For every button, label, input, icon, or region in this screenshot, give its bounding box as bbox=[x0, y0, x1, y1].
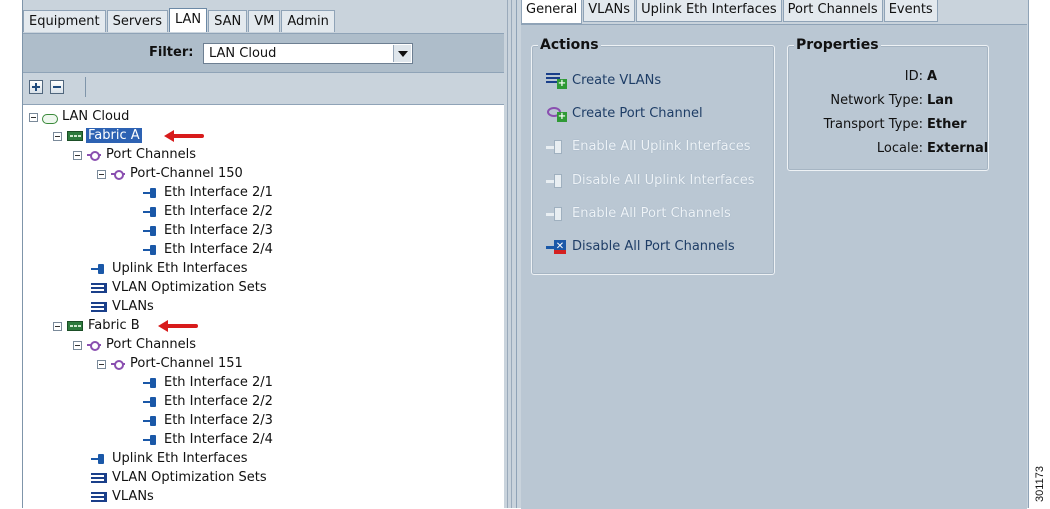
tab-lan[interactable]: LAN bbox=[168, 8, 208, 32]
annotation-arrow bbox=[158, 320, 200, 332]
tree-node-fabric-a[interactable]: Fabric A bbox=[67, 127, 142, 145]
figure-number: 301173 bbox=[1034, 466, 1046, 502]
collapse-toggle[interactable] bbox=[97, 360, 106, 369]
fabric-interconnect-icon bbox=[67, 130, 83, 141]
ethernet-interface-icon bbox=[143, 377, 159, 389]
tree-node-port-channels[interactable]: Port Channels bbox=[87, 336, 198, 354]
filter-dropdown[interactable]: LAN Cloud bbox=[203, 43, 413, 64]
content-tab-bar: General VLANs Uplink Eth Interfaces Port… bbox=[521, 0, 939, 24]
tree-node-eth-interface[interactable]: Eth Interface 2/3 bbox=[143, 412, 275, 430]
tree-node-port-channel-150[interactable]: Port-Channel 150 bbox=[111, 165, 245, 183]
tree-node-fabric-b[interactable]: Fabric B bbox=[67, 317, 142, 335]
tab-general[interactable]: General bbox=[521, 0, 583, 24]
lan-tree: LAN Cloud Fabric A Port Channels Port-Ch… bbox=[23, 104, 505, 509]
fabric-interconnect-icon bbox=[67, 320, 83, 331]
collapse-toggle[interactable] bbox=[73, 341, 82, 350]
ethernet-interface-icon bbox=[91, 453, 107, 465]
ethernet-interface-icon bbox=[143, 206, 159, 218]
tab-servers[interactable]: Servers bbox=[106, 10, 168, 32]
tree-node-port-channel-151[interactable]: Port-Channel 151 bbox=[111, 355, 245, 373]
ethernet-interface-icon bbox=[91, 263, 107, 275]
general-tab-content: Actions Create VLANs Create Port Channel… bbox=[521, 24, 1027, 509]
pane-splitter[interactable] bbox=[504, 0, 517, 508]
ethernet-interface-icon bbox=[143, 244, 159, 256]
vlan-icon bbox=[91, 491, 107, 503]
navigation-pane: Equipment Servers LAN SAN VM Admin Filte… bbox=[22, 0, 506, 509]
tree-node-uplink-eth-interfaces[interactable]: Uplink Eth Interfaces bbox=[91, 450, 250, 468]
properties-title: Properties bbox=[794, 37, 881, 53]
properties-panel: Properties ID: A Network Type: Lan Trans… bbox=[787, 37, 989, 171]
tree-node-eth-interface[interactable]: Eth Interface 2/2 bbox=[143, 203, 275, 221]
actions-panel: Actions Create VLANs Create Port Channel… bbox=[531, 37, 775, 275]
annotation-arrow bbox=[164, 130, 206, 142]
tab-san[interactable]: SAN bbox=[208, 10, 248, 32]
port-channel-icon bbox=[87, 339, 101, 351]
collapse-all-icon[interactable] bbox=[50, 80, 64, 94]
port-channel-icon bbox=[111, 358, 125, 370]
tab-uplink-eth-interfaces[interactable]: Uplink Eth Interfaces bbox=[636, 0, 782, 22]
chevron-down-icon[interactable] bbox=[393, 45, 411, 62]
work-pane: General VLANs Uplink Eth Interfaces Port… bbox=[517, 0, 1029, 509]
cloud-icon bbox=[41, 111, 58, 124]
uplink-interface-icon bbox=[546, 172, 566, 190]
tab-events[interactable]: Events bbox=[883, 0, 938, 22]
property-locale: Locale: External bbox=[876, 141, 989, 156]
port-channel-icon bbox=[546, 205, 566, 223]
collapse-toggle[interactable] bbox=[73, 151, 82, 160]
tree-node-vlan-optimization-sets[interactable]: VLAN Optimization Sets bbox=[91, 469, 269, 487]
ethernet-interface-icon bbox=[143, 434, 159, 446]
ethernet-interface-icon bbox=[143, 187, 159, 199]
tab-port-channels[interactable]: Port Channels bbox=[782, 0, 883, 22]
tab-vlans[interactable]: VLANs bbox=[583, 0, 636, 22]
actions-title: Actions bbox=[538, 37, 601, 53]
tree-node-eth-interface[interactable]: Eth Interface 2/1 bbox=[143, 184, 275, 202]
tree-node-eth-interface[interactable]: Eth Interface 2/4 bbox=[143, 431, 275, 449]
tree-node-lan-cloud[interactable]: LAN Cloud bbox=[41, 108, 131, 126]
tab-admin[interactable]: Admin bbox=[281, 10, 335, 32]
filter-value: LAN Cloud bbox=[209, 46, 277, 61]
tree-node-eth-interface[interactable]: Eth Interface 2/1 bbox=[143, 374, 275, 392]
tree-toolbar bbox=[23, 72, 505, 102]
tab-vm[interactable]: VM bbox=[248, 10, 281, 32]
property-id: ID: A bbox=[904, 69, 938, 84]
tree-node-eth-interface[interactable]: Eth Interface 2/2 bbox=[143, 393, 275, 411]
vlan-icon bbox=[91, 301, 107, 313]
property-network-type: Network Type: Lan bbox=[830, 93, 954, 108]
filter-label: Filter: bbox=[149, 45, 194, 60]
property-transport-type: Transport Type: Ether bbox=[823, 117, 967, 132]
collapse-toggle[interactable] bbox=[53, 322, 62, 331]
vlan-icon bbox=[91, 472, 107, 484]
create-vlans-icon bbox=[546, 72, 567, 90]
vlan-icon bbox=[91, 282, 107, 294]
filter-bar: Filter: LAN Cloud bbox=[23, 33, 505, 73]
nav-tab-bar: Equipment Servers LAN SAN VM Admin bbox=[23, 8, 336, 32]
port-channel-icon bbox=[111, 168, 125, 180]
tree-node-vlans[interactable]: VLANs bbox=[91, 488, 156, 506]
disable-port-channels-icon bbox=[546, 238, 566, 256]
collapse-toggle[interactable] bbox=[53, 132, 62, 141]
tree-node-vlans[interactable]: VLANs bbox=[91, 298, 156, 316]
tree-node-uplink-eth-interfaces[interactable]: Uplink Eth Interfaces bbox=[91, 260, 250, 278]
ethernet-interface-icon bbox=[143, 225, 159, 237]
tab-equipment[interactable]: Equipment bbox=[23, 10, 106, 32]
tree-node-eth-interface[interactable]: Eth Interface 2/4 bbox=[143, 241, 275, 259]
expand-all-icon[interactable] bbox=[29, 80, 43, 94]
tree-node-eth-interface[interactable]: Eth Interface 2/3 bbox=[143, 222, 275, 240]
tree-node-vlan-optimization-sets[interactable]: VLAN Optimization Sets bbox=[91, 279, 269, 297]
tree-node-port-channels[interactable]: Port Channels bbox=[87, 146, 198, 164]
collapse-toggle[interactable] bbox=[97, 170, 106, 179]
ethernet-interface-icon bbox=[143, 415, 159, 427]
create-port-channel-icon bbox=[546, 105, 567, 123]
uplink-interface-icon bbox=[546, 138, 566, 156]
ethernet-interface-icon bbox=[143, 396, 159, 408]
toolbar-separator bbox=[85, 77, 86, 97]
port-channel-icon bbox=[87, 149, 101, 161]
collapse-toggle[interactable] bbox=[29, 113, 38, 122]
